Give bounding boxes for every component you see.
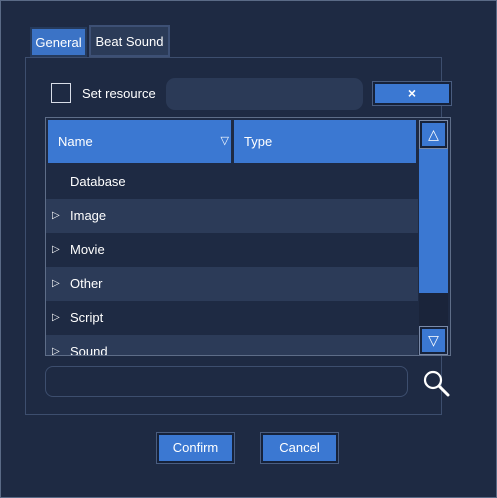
table-row[interactable]: ▷ Movie bbox=[46, 233, 418, 267]
resource-table: Name ▽ Type Database ▷ Image ▷ Movie ▷ O… bbox=[45, 117, 451, 356]
table-row[interactable]: Database bbox=[46, 165, 418, 199]
tab-general[interactable]: General bbox=[30, 27, 87, 57]
expand-icon[interactable]: ▷ bbox=[52, 199, 60, 233]
column-header-type-label: Type bbox=[244, 134, 273, 149]
set-resource-checkbox[interactable] bbox=[51, 83, 71, 103]
row-name: Movie bbox=[70, 242, 105, 257]
scroll-up-icon[interactable]: △ bbox=[419, 120, 448, 149]
confirm-button[interactable]: Confirm bbox=[156, 432, 235, 464]
clear-resource-button[interactable]: × bbox=[372, 81, 452, 106]
table-row[interactable]: ▷ Script bbox=[46, 301, 418, 335]
column-header-name-label: Name bbox=[58, 134, 93, 149]
search-icon[interactable] bbox=[421, 368, 451, 398]
table-row[interactable]: ▷ Sound bbox=[46, 335, 418, 356]
sort-descending-icon[interactable]: ▽ bbox=[221, 120, 229, 163]
expand-icon[interactable]: ▷ bbox=[52, 335, 60, 355]
table-row[interactable]: ▷ Other bbox=[46, 267, 418, 301]
row-name: Image bbox=[70, 208, 107, 223]
cancel-button[interactable]: Cancel bbox=[260, 432, 339, 464]
tab-beat-sound[interactable]: Beat Sound bbox=[89, 25, 170, 57]
column-header-type[interactable]: Type bbox=[234, 120, 416, 163]
set-resource-label: Set resource bbox=[82, 86, 156, 101]
scroll-down-icon[interactable]: ▽ bbox=[419, 326, 448, 355]
expand-icon[interactable]: ▷ bbox=[52, 301, 60, 335]
expand-icon[interactable]: ▷ bbox=[52, 233, 60, 267]
scrollbar-thumb[interactable] bbox=[419, 148, 448, 293]
table-row[interactable]: ▷ Image bbox=[46, 199, 418, 233]
row-name: Database bbox=[70, 174, 126, 189]
expand-icon[interactable]: ▷ bbox=[52, 267, 60, 301]
resource-field[interactable] bbox=[166, 78, 363, 110]
row-name: Sound bbox=[70, 344, 108, 356]
column-header-name[interactable]: Name ▽ bbox=[48, 120, 231, 163]
row-name: Script bbox=[70, 310, 104, 325]
search-input[interactable] bbox=[45, 366, 408, 397]
row-name: Other bbox=[70, 276, 103, 291]
